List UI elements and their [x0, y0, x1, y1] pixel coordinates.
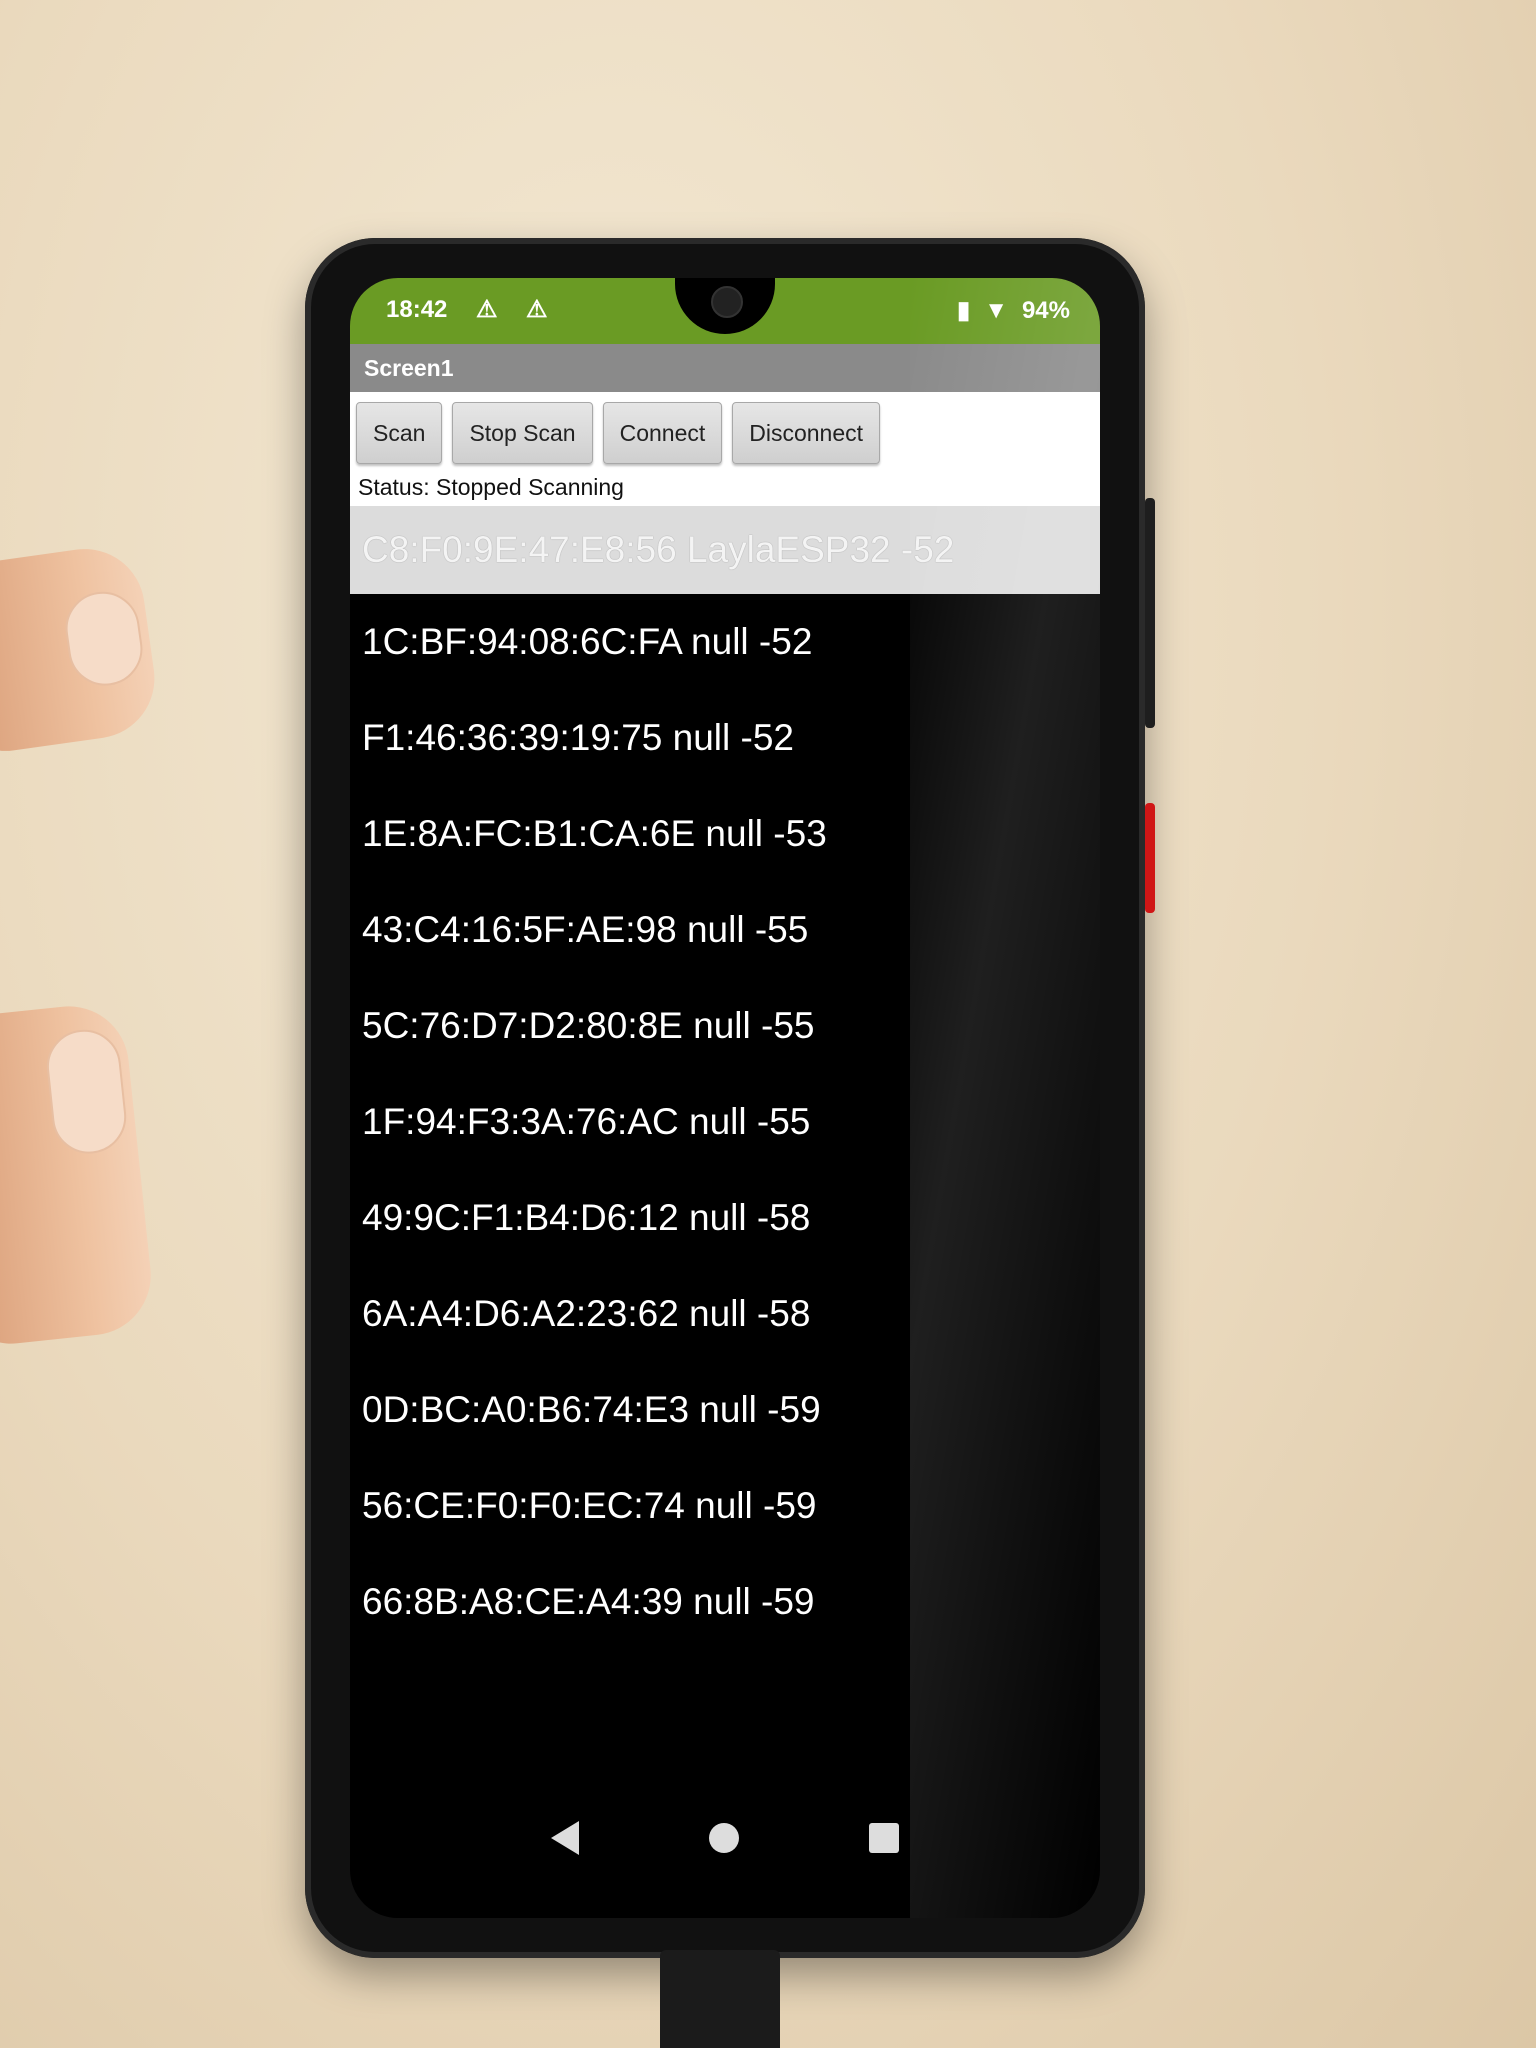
warning-icon: ⚠ [526, 296, 548, 323]
device-list-item[interactable]: 5C:76:D7:D2:80:8E null -55 [350, 978, 1100, 1074]
clock: 18:42 [386, 296, 448, 323]
connect-button[interactable]: Connect [602, 402, 723, 464]
fingernail [60, 586, 148, 691]
status-icons: ▮ ▼ 94% [957, 296, 1070, 325]
device-list-item[interactable]: 43:C4:16:5F:AE:98 null -55 [350, 882, 1100, 978]
device-list-item[interactable]: 1C:BF:94:08:6C:FA null -52 [350, 594, 1100, 690]
device-list-item[interactable]: 66:8B:A8:CE:A4:39 null -59 [350, 1554, 1100, 1650]
camera-icon [711, 286, 743, 318]
disconnect-button[interactable]: Disconnect [732, 402, 881, 464]
status-bar: 18:42 ⚠ ⚠ ▮ ▼ 94% [350, 278, 1100, 344]
volume-button [1145, 498, 1155, 728]
back-icon[interactable] [551, 1821, 579, 1855]
device-list: C8:F0:9E:47:E8:56 LaylaESP32 -52 1C:BF:9… [350, 506, 1100, 1650]
fingernail [43, 1026, 130, 1158]
device-list-item[interactable]: 0D:BC:A0:B6:74:E3 null -59 [350, 1362, 1100, 1458]
phone: 18:42 ⚠ ⚠ ▮ ▼ 94% Screen1 Scan Stop Scan… [305, 238, 1155, 1958]
phone-screen: 18:42 ⚠ ⚠ ▮ ▼ 94% Screen1 Scan Stop Scan… [350, 278, 1100, 1918]
button-bar: Scan Stop Scan Connect Disconnect [350, 392, 1100, 470]
device-list-item[interactable]: F1:46:36:39:19:75 null -52 [350, 690, 1100, 786]
battery-level: 94% [1021, 296, 1070, 324]
finger [0, 1000, 157, 1350]
device-list-item[interactable]: 1F:94:F3:3A:76:AC null -55 [350, 1074, 1100, 1170]
device-list-item[interactable]: 6A:A4:D6:A2:23:62 null -58 [350, 1266, 1100, 1362]
device-list-item[interactable]: 49:9C:F1:B4:D6:12 null -58 [350, 1170, 1100, 1266]
stop-scan-button[interactable]: Stop Scan [452, 402, 593, 464]
warning-icon: ⚠ [476, 296, 498, 323]
device-list-item[interactable]: 1E:8A:FC:B1:CA:6E null -53 [350, 786, 1100, 882]
screen-title: Screen1 [364, 355, 454, 381]
power-button [1145, 803, 1155, 913]
recents-icon[interactable] [869, 1823, 899, 1853]
status-label: Status: Stopped Scanning [350, 470, 1100, 506]
scan-button[interactable]: Scan [356, 402, 443, 464]
wifi-icon: ▼ [984, 296, 1008, 324]
vibrate-icon: ▮ [956, 297, 971, 324]
finger [0, 541, 163, 759]
home-icon[interactable] [709, 1823, 739, 1853]
device-list-item-selected[interactable]: C8:F0:9E:47:E8:56 LaylaESP32 -52 [350, 506, 1100, 594]
app-title-bar: Screen1 [350, 344, 1100, 392]
navigation-bar [350, 1798, 1100, 1878]
device-list-item[interactable]: 56:CE:F0:F0:EC:74 null -59 [350, 1458, 1100, 1554]
usb-cable [660, 1950, 780, 2048]
